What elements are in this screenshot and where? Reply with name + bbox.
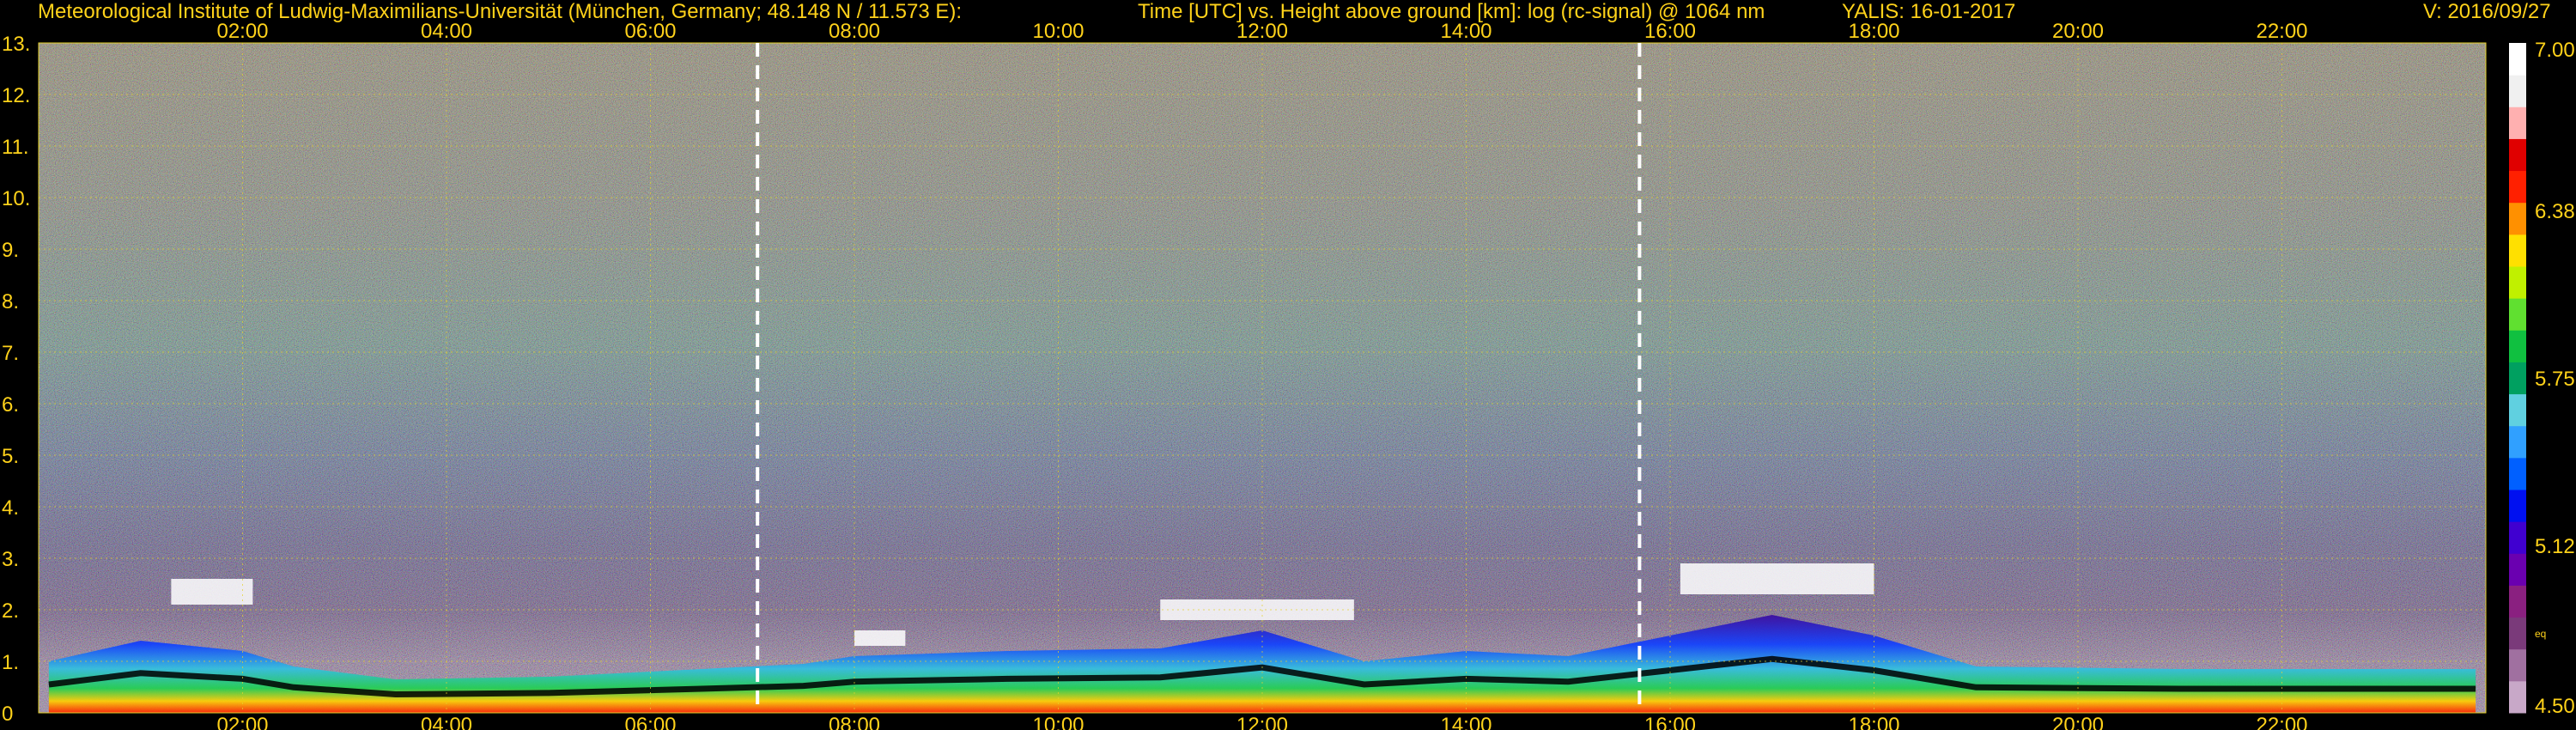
- x-tick-label-top: 22:00: [2256, 20, 2307, 43]
- x-tick-label-top: 12:00: [1236, 20, 1288, 43]
- x-tick-label-bottom: 14:00: [1440, 714, 1492, 730]
- y-tick-label: 13.: [2, 33, 30, 56]
- y-tick-label: 0: [2, 703, 13, 726]
- cloud-layer: [171, 579, 253, 605]
- y-tick-label: 4.: [2, 496, 19, 520]
- colorbar-swatch: [2509, 75, 2526, 107]
- y-tick-label: 1.: [2, 651, 19, 674]
- colorbar-label: 6.38: [2535, 200, 2575, 223]
- y-tick-label: 8.: [2, 290, 19, 313]
- colorbar-swatch: [2509, 106, 2526, 139]
- x-tick-label-top: 02:00: [216, 20, 268, 43]
- x-tick-label-bottom: 18:00: [1848, 714, 1899, 730]
- colorbar: 7.00 6.38 5.75 5.12 4.50 eq: [2509, 39, 2575, 718]
- x-tick-label-top: 18:00: [1848, 20, 1899, 43]
- y-tick-label: 12.: [2, 84, 30, 107]
- colorbar-swatch: [2509, 234, 2526, 267]
- x-tick-label-top: 10:00: [1032, 20, 1084, 43]
- colorbar-swatch: [2509, 138, 2526, 172]
- colorbar-swatch: [2509, 362, 2526, 395]
- colorbar-label: 4.50: [2535, 695, 2575, 718]
- colorbar-swatch: [2509, 202, 2526, 235]
- colorbar-label: 7.00: [2535, 39, 2575, 62]
- colorbar-swatch: [2509, 617, 2526, 650]
- colorbar-swatch: [2509, 393, 2526, 427]
- colorbar-swatch: [2509, 170, 2526, 204]
- colorbar-swatch: [2509, 457, 2526, 490]
- x-tick-label-bottom: 02:00: [216, 714, 268, 730]
- colorbar-swatch: [2509, 585, 2526, 618]
- colorbar-swatch: [2509, 425, 2526, 459]
- cloud-layer: [1160, 599, 1354, 620]
- x-tick-label-bottom: 12:00: [1236, 714, 1288, 730]
- cloud-layer: [1680, 563, 1874, 594]
- x-tick-label-bottom: 04:00: [421, 714, 472, 730]
- x-tick-label-top: 06:00: [624, 20, 676, 43]
- x-tick-label-top: 20:00: [2052, 20, 2104, 43]
- y-tick-label: 3.: [2, 548, 19, 571]
- colorbar-swatch: [2509, 330, 2526, 362]
- colorbar-unit-note: eq: [2535, 628, 2546, 640]
- y-tick-label: 7.: [2, 342, 19, 365]
- x-tick-label-top: 04:00: [421, 20, 472, 43]
- cloud-layer: [854, 630, 906, 646]
- colorbar-swatch: [2509, 266, 2526, 299]
- colorbar-swatch: [2509, 43, 2526, 76]
- colorbar-label: 5.75: [2535, 368, 2575, 391]
- colorbar-swatch: [2509, 298, 2526, 331]
- colorbar-label: 5.12: [2535, 535, 2575, 558]
- colorbar-swatch: [2509, 490, 2526, 522]
- x-tick-label-bottom: 22:00: [2256, 714, 2307, 730]
- colorbar-swatch: [2509, 553, 2526, 586]
- x-tick-label-bottom: 08:00: [829, 714, 880, 730]
- y-tick-label: 11.: [2, 136, 29, 159]
- x-tick-label-top: 08:00: [829, 20, 880, 43]
- x-tick-label-bottom: 16:00: [1644, 714, 1696, 730]
- y-tick-label: 6.: [2, 393, 19, 417]
- y-tick-label: 10.: [2, 187, 30, 210]
- y-tick-label: 9.: [2, 239, 19, 262]
- lidar-chart: 02:00 02:00 04:00 04:00 06:00 06:00 08:00 08:00…: [2, 20, 2575, 730]
- x-tick-label-bottom: 20:00: [2052, 714, 2104, 730]
- x-tick-label-top: 14:00: [1440, 20, 1492, 43]
- colorbar-swatch: [2509, 521, 2526, 554]
- x-tick-label-bottom: 10:00: [1032, 714, 1084, 730]
- y-tick-label: 5.: [2, 445, 19, 468]
- colorbar-swatch: [2509, 680, 2526, 714]
- x-tick-label-bottom: 06:00: [624, 714, 676, 730]
- y-tick-label: 2.: [2, 599, 19, 623]
- x-tick-label-top: 16:00: [1644, 20, 1696, 43]
- colorbar-swatch: [2509, 648, 2526, 682]
